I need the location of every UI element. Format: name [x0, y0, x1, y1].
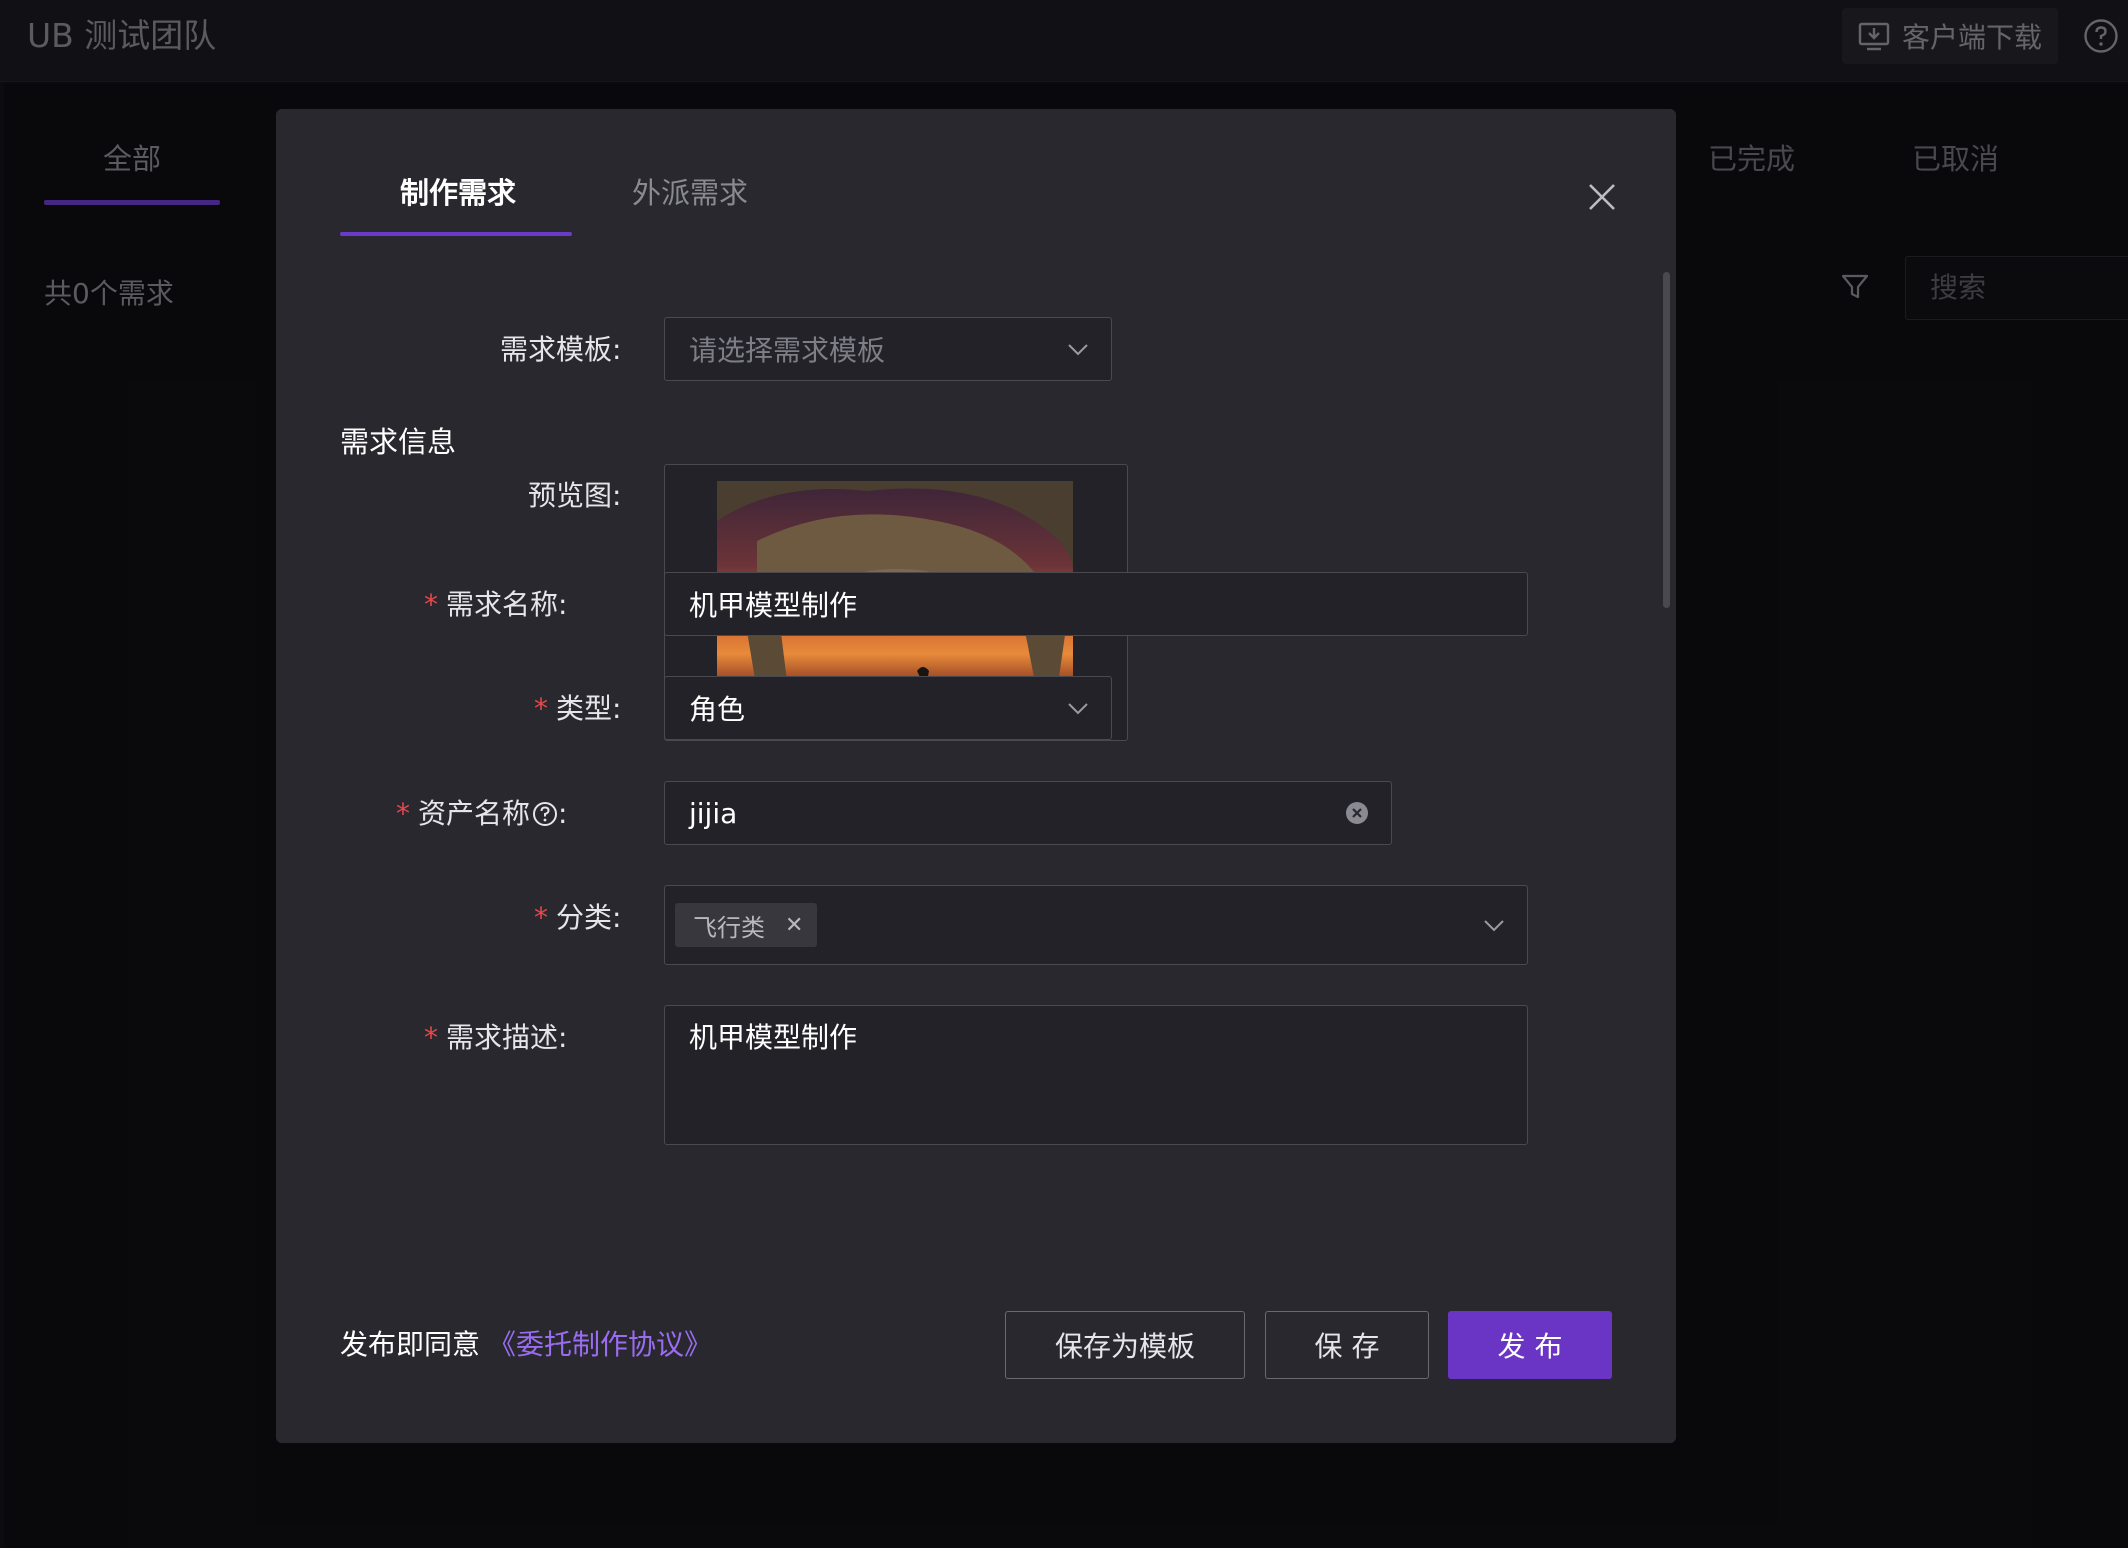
category-multiselect[interactable]: 飞行类 ✕: [664, 885, 1528, 965]
template-placeholder: 请选择需求模板: [689, 334, 886, 367]
required-mark: *: [534, 901, 548, 934]
asset-name-label-text: 资产名称: [418, 797, 531, 830]
save-button[interactable]: 保 存: [1265, 1311, 1429, 1379]
required-mark: *: [396, 797, 410, 830]
description-value: 机甲模型制作: [689, 1021, 858, 1054]
request-name-input[interactable]: 机甲模型制作: [664, 572, 1528, 636]
asset-name-input[interactable]: jijia: [664, 781, 1392, 845]
request-name-label-text: 需求名称:: [446, 588, 568, 621]
tab-production-request[interactable]: 制作需求: [400, 173, 516, 213]
chevron-down-icon: [1068, 703, 1088, 715]
type-select[interactable]: 角色: [664, 676, 1112, 740]
required-mark: *: [534, 692, 548, 725]
active-tab-underline: [340, 232, 572, 236]
description-label: * 需求描述:: [424, 1018, 567, 1058]
template-label: 需求模板:: [500, 333, 622, 366]
asset-name-value: jijia: [689, 796, 738, 830]
tab-outsource-request[interactable]: 外派需求: [632, 173, 748, 213]
description-textarea[interactable]: 机甲模型制作: [664, 1005, 1528, 1145]
agreement-text: 发布即同意 《委托制作协议》: [340, 1325, 712, 1365]
type-label: * 类型:: [534, 689, 621, 729]
close-icon[interactable]: [1582, 177, 1622, 217]
required-mark: *: [424, 1021, 438, 1054]
type-label-text: 类型:: [556, 692, 622, 725]
section-title-request-info: 需求信息: [340, 425, 457, 459]
question-icon[interactable]: [532, 801, 558, 827]
chevron-down-icon: [1068, 344, 1088, 356]
preview-label: 预览图:: [528, 479, 622, 512]
save-as-template-button[interactable]: 保存为模板: [1005, 1311, 1245, 1379]
clear-icon[interactable]: [1345, 801, 1369, 825]
request-name-label: * 需求名称:: [424, 585, 567, 625]
type-value: 角色: [689, 693, 746, 726]
category-label-text: 分类:: [556, 901, 622, 934]
template-select[interactable]: 请选择需求模板: [664, 317, 1112, 381]
agreement-prefix: 发布即同意: [340, 1328, 481, 1361]
required-mark: *: [424, 588, 438, 621]
create-request-modal: 制作需求 外派需求 需求模板: 请选择需求模板 需求信息 预览图: * 需求名称…: [276, 109, 1676, 1443]
category-tag: 飞行类 ✕: [675, 903, 818, 947]
remove-tag-icon[interactable]: ✕: [785, 913, 803, 938]
description-label-text: 需求描述:: [446, 1021, 568, 1054]
asset-name-label: * 资产名称:: [396, 794, 567, 834]
category-tag-label: 飞行类: [693, 913, 765, 942]
agreement-link[interactable]: 《委托制作协议》: [488, 1328, 712, 1361]
scrollbar-thumb[interactable]: [1663, 272, 1670, 608]
publish-button[interactable]: 发 布: [1448, 1311, 1612, 1379]
chevron-down-icon: [1484, 920, 1504, 932]
category-label: * 分类:: [534, 898, 621, 938]
request-name-value: 机甲模型制作: [689, 589, 858, 622]
asset-name-label-suffix: :: [558, 797, 568, 830]
